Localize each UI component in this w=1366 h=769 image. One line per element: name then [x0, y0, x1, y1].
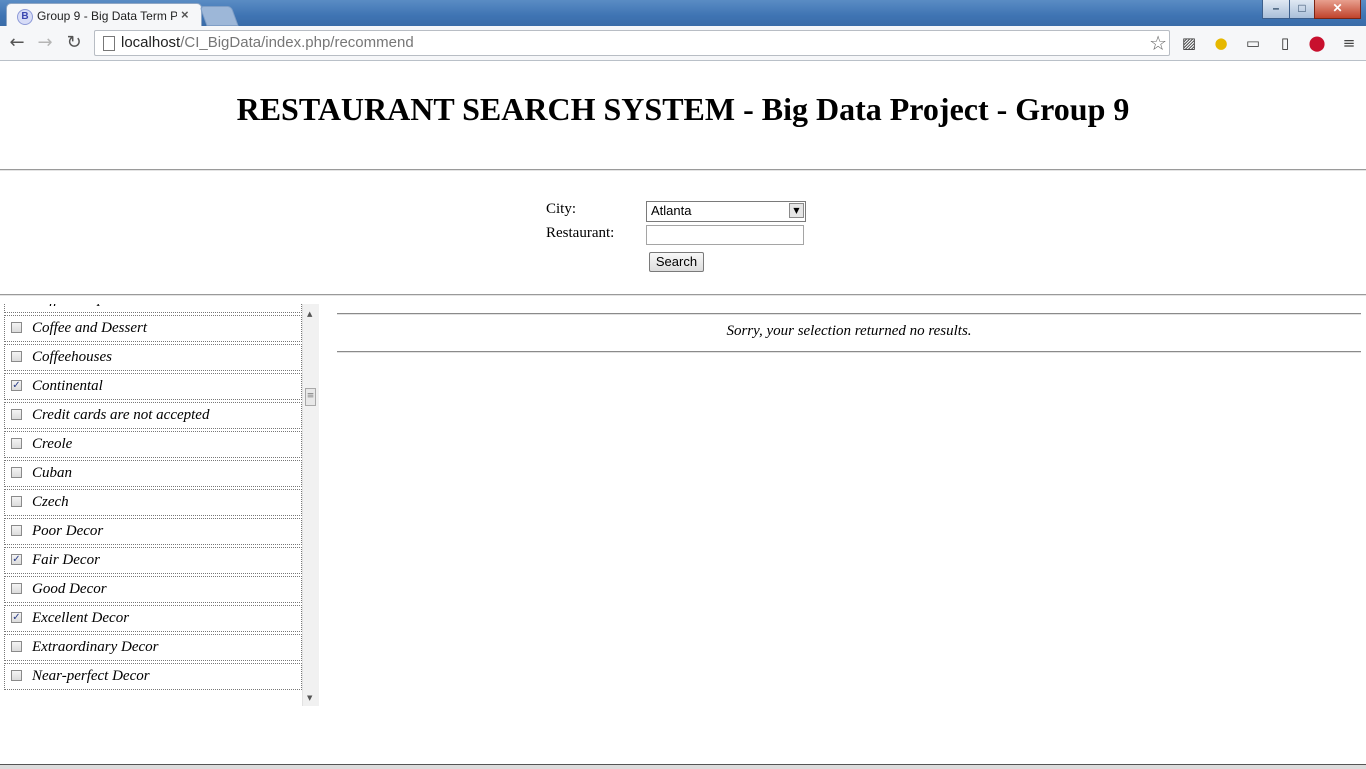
restaurant-label: Restaurant: [546, 225, 615, 241]
form-divider [0, 294, 1366, 296]
filter-item[interactable]: Near-perfect Decor [4, 663, 302, 690]
chevron-down-icon[interactable]: ▼ [789, 203, 804, 218]
filter-item[interactable]: Czech [4, 489, 302, 516]
maximize-button[interactable]: □ [1289, 0, 1315, 19]
scroll-up-icon[interactable]: ▲ [307, 310, 312, 318]
filter-label: Fair Decor [32, 552, 100, 568]
filter-label: Cuban [32, 465, 73, 481]
star-icon[interactable]: ☆ [1149, 31, 1167, 55]
filter-item[interactable]: Credit cards are not accepted [4, 402, 302, 429]
filter-item[interactable]: ✓ Excellent Decor [4, 605, 302, 632]
filter-label: Excellent Decor [32, 610, 130, 626]
address-bar[interactable]: localhost/CI_BigData/index.php/recommend… [94, 30, 1170, 56]
filter-checkbox[interactable] [11, 409, 22, 420]
browser-titlebar: B Group 9 - Big Data Term P × – □ ✕ [0, 0, 1366, 27]
filter-label: Coffee Shops [32, 304, 111, 308]
device-extension-icon[interactable]: ▯ [1275, 33, 1295, 53]
chart-extension-icon[interactable]: ▨ [1179, 33, 1199, 53]
tab-title: Group 9 - Big Data Term P [37, 9, 177, 23]
minimize-button[interactable]: – [1262, 0, 1290, 19]
filter-checkbox[interactable] [11, 322, 22, 333]
filter-item[interactable]: ✓ Fair Decor [4, 547, 302, 574]
filter-item[interactable]: Cuban [4, 460, 302, 487]
filter-checkbox[interactable] [11, 496, 22, 507]
taskbar-edge [0, 764, 1366, 769]
new-tab-button[interactable] [199, 6, 239, 26]
city-select[interactable]: Atlanta ▼ [646, 201, 806, 222]
city-label: City: [546, 201, 577, 217]
filter-item[interactable]: Coffee and Dessert [4, 315, 302, 342]
header-divider [0, 169, 1366, 171]
filter-checkbox[interactable] [11, 583, 22, 594]
page-icon [103, 36, 115, 51]
scroll-down-icon[interactable]: ▼ [307, 694, 312, 702]
filter-item[interactable]: Good Decor [4, 576, 302, 603]
filter-checkbox[interactable] [11, 641, 22, 652]
filter-item[interactable]: Creole [4, 431, 302, 458]
filter-item[interactable]: Poor Decor [4, 518, 302, 545]
filter-item[interactable]: Coffee Shops [4, 304, 302, 313]
filter-item[interactable]: Extraordinary Decor [4, 634, 302, 661]
search-button[interactable]: Search [649, 252, 704, 272]
stop-extension-icon[interactable]: ⬤ [1307, 33, 1327, 53]
filter-item[interactable]: ✓ Continental [4, 373, 302, 400]
filter-label: Coffee and Dessert [32, 320, 147, 336]
filter-checkbox[interactable] [11, 525, 22, 536]
filter-label: Continental [32, 378, 103, 394]
reload-icon[interactable]: ↻ [63, 32, 85, 54]
filter-label: Creole [32, 436, 73, 452]
filter-checkbox[interactable]: ✓ [11, 612, 22, 623]
close-window-button[interactable]: ✕ [1314, 0, 1361, 19]
filter-label: Extraordinary Decor [32, 639, 159, 655]
filter-label: Good Decor [32, 581, 107, 597]
browser-toolbar: ← → ↻ localhost/CI_BigData/index.php/rec… [0, 26, 1366, 61]
scrollbar-thumb[interactable]: ≡ [305, 388, 316, 406]
cast-icon[interactable]: ▭ [1243, 33, 1263, 53]
city-select-value: Atlanta [651, 203, 692, 218]
filter-list: Coffee Shops Coffee and Dessert Coffeehous… [4, 304, 302, 692]
filter-checkbox[interactable] [11, 670, 22, 681]
filter-checkbox[interactable] [11, 351, 22, 362]
forward-arrow-icon[interactable]: → [34, 32, 56, 54]
restaurant-input[interactable] [646, 225, 804, 245]
filter-panel[interactable]: Coffee Shops Coffee and Dessert Coffeehous… [0, 304, 320, 706]
results-divider-bottom [337, 351, 1361, 353]
filter-label: Coffeehouses [32, 349, 112, 365]
filter-checkbox[interactable]: ✓ [11, 380, 22, 391]
filter-label: Near-perfect Decor [32, 668, 150, 684]
filter-checkbox[interactable] [11, 467, 22, 478]
lightbulb-extension-icon[interactable]: ● [1211, 33, 1231, 53]
tab-close-icon[interactable]: × [181, 7, 189, 22]
page-title: RESTAURANT SEARCH SYSTEM - Big Data Proj… [236, 91, 1130, 127]
hamburger-menu-icon[interactable]: ≡ [1339, 33, 1359, 53]
tab-favicon-icon: B [17, 9, 33, 25]
url-text: localhost/CI_BigData/index.php/recommend [121, 34, 414, 51]
filter-item[interactable]: Coffeehouses [4, 344, 302, 371]
filter-checkbox[interactable] [11, 438, 22, 449]
filter-label: Czech [32, 494, 69, 510]
filter-label: Poor Decor [32, 523, 104, 539]
no-results-message: Sorry, your selection returned no result… [726, 323, 972, 339]
browser-tab-active[interactable]: B Group 9 - Big Data Term P × [6, 3, 202, 27]
filter-checkbox[interactable]: ✓ [11, 554, 22, 565]
filter-scrollbar[interactable]: ▲ ≡ ▼ [302, 304, 319, 706]
back-arrow-icon[interactable]: ← [6, 32, 28, 54]
results-divider-top [337, 313, 1361, 315]
filter-label: Credit cards are not accepted [32, 407, 210, 423]
page-content: RESTAURANT SEARCH SYSTEM - Big Data Proj… [0, 61, 1366, 768]
